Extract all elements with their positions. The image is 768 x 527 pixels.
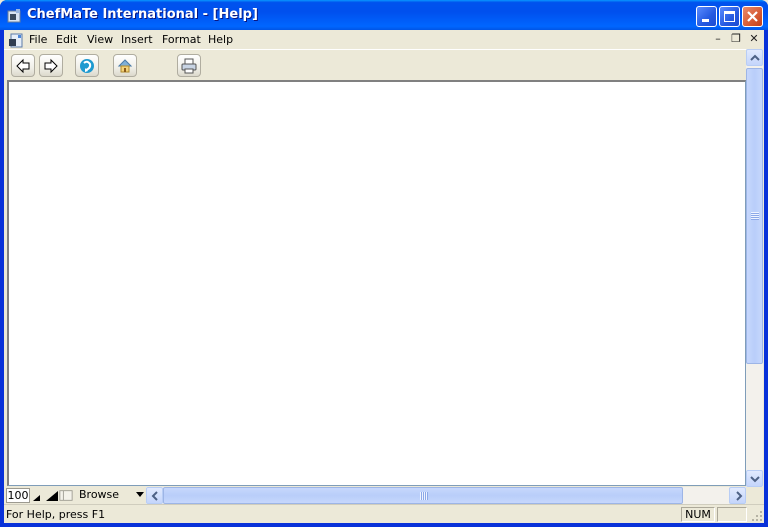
print-button[interactable] xyxy=(177,54,201,77)
help-content-pane[interactable] xyxy=(7,80,746,486)
toolbar xyxy=(4,49,746,79)
scroll-up-button[interactable] xyxy=(746,49,763,66)
chevron-right-icon xyxy=(736,491,743,501)
zoom-level[interactable]: 100 xyxy=(6,488,30,503)
menu-edit[interactable]: Edit xyxy=(56,32,77,47)
zoom-in-icon[interactable] xyxy=(45,488,59,503)
document-icon[interactable] xyxy=(8,32,24,48)
menu-insert[interactable]: Insert xyxy=(121,32,153,47)
refresh-button[interactable] xyxy=(75,54,99,77)
arrow-left-icon xyxy=(16,58,30,74)
mdi-close-button[interactable]: ✕ xyxy=(746,32,762,47)
minimize-icon xyxy=(702,19,709,22)
dropdown-arrow-icon xyxy=(136,492,144,497)
horizontal-scroll-thumb[interactable] xyxy=(163,487,683,504)
maximize-icon xyxy=(724,11,735,22)
grip-icon xyxy=(420,492,428,500)
menu-help[interactable]: Help xyxy=(208,32,233,47)
menu-format[interactable]: Format xyxy=(162,32,201,47)
forward-button[interactable] xyxy=(39,54,63,77)
status-help-text: For Help, press F1 xyxy=(6,508,106,521)
scroll-left-button[interactable] xyxy=(146,487,163,504)
grip-icon xyxy=(751,212,759,220)
mdi-minimize-button[interactable]: – xyxy=(710,32,726,47)
mdi-restore-button[interactable]: ❐ xyxy=(728,32,744,47)
client-area: File Edit View Insert Format Help – ❐ ✕ xyxy=(4,30,764,523)
scroll-down-button[interactable] xyxy=(746,470,763,487)
zoom-out-icon[interactable] xyxy=(32,488,46,503)
home-icon xyxy=(117,59,133,73)
num-lock-indicator: NUM xyxy=(681,507,715,522)
status-pane-empty xyxy=(717,507,747,522)
page-view-icon[interactable] xyxy=(59,488,73,503)
status-bar: For Help, press F1 NUM xyxy=(4,504,764,523)
browse-mode-select[interactable]: Browse xyxy=(76,488,146,503)
app-icon xyxy=(7,9,21,23)
browse-mode-value: Browse xyxy=(79,488,120,501)
minimize-button[interactable] xyxy=(696,6,717,27)
horizontal-scrollbar[interactable] xyxy=(146,487,746,504)
close-icon xyxy=(747,11,758,22)
vertical-scrollbar[interactable] xyxy=(746,49,763,487)
title-bar[interactable]: ChefMaTe International - [Help] xyxy=(0,0,768,30)
menu-file[interactable]: File xyxy=(29,32,47,47)
close-button[interactable] xyxy=(742,6,763,27)
chevron-down-icon xyxy=(750,476,760,483)
arrow-right-icon xyxy=(44,58,58,74)
refresh-icon xyxy=(80,59,94,73)
back-button[interactable] xyxy=(11,54,35,77)
printer-icon xyxy=(181,58,197,74)
window-title: ChefMaTe International - [Help] xyxy=(27,7,258,22)
chevron-left-icon xyxy=(151,491,158,501)
scroll-right-button[interactable] xyxy=(729,487,746,504)
app-window: ChefMaTe International - [Help] File Edi… xyxy=(0,0,768,527)
menu-view[interactable]: View xyxy=(87,32,113,47)
view-bar: 100 Browse xyxy=(4,487,764,504)
menu-bar: File Edit View Insert Format Help – ❐ ✕ xyxy=(4,30,764,49)
vertical-scroll-thumb[interactable] xyxy=(746,68,763,364)
chevron-up-icon xyxy=(750,54,760,61)
resize-grip-icon[interactable] xyxy=(751,510,763,522)
home-button[interactable] xyxy=(113,54,137,77)
maximize-button[interactable] xyxy=(719,6,740,27)
